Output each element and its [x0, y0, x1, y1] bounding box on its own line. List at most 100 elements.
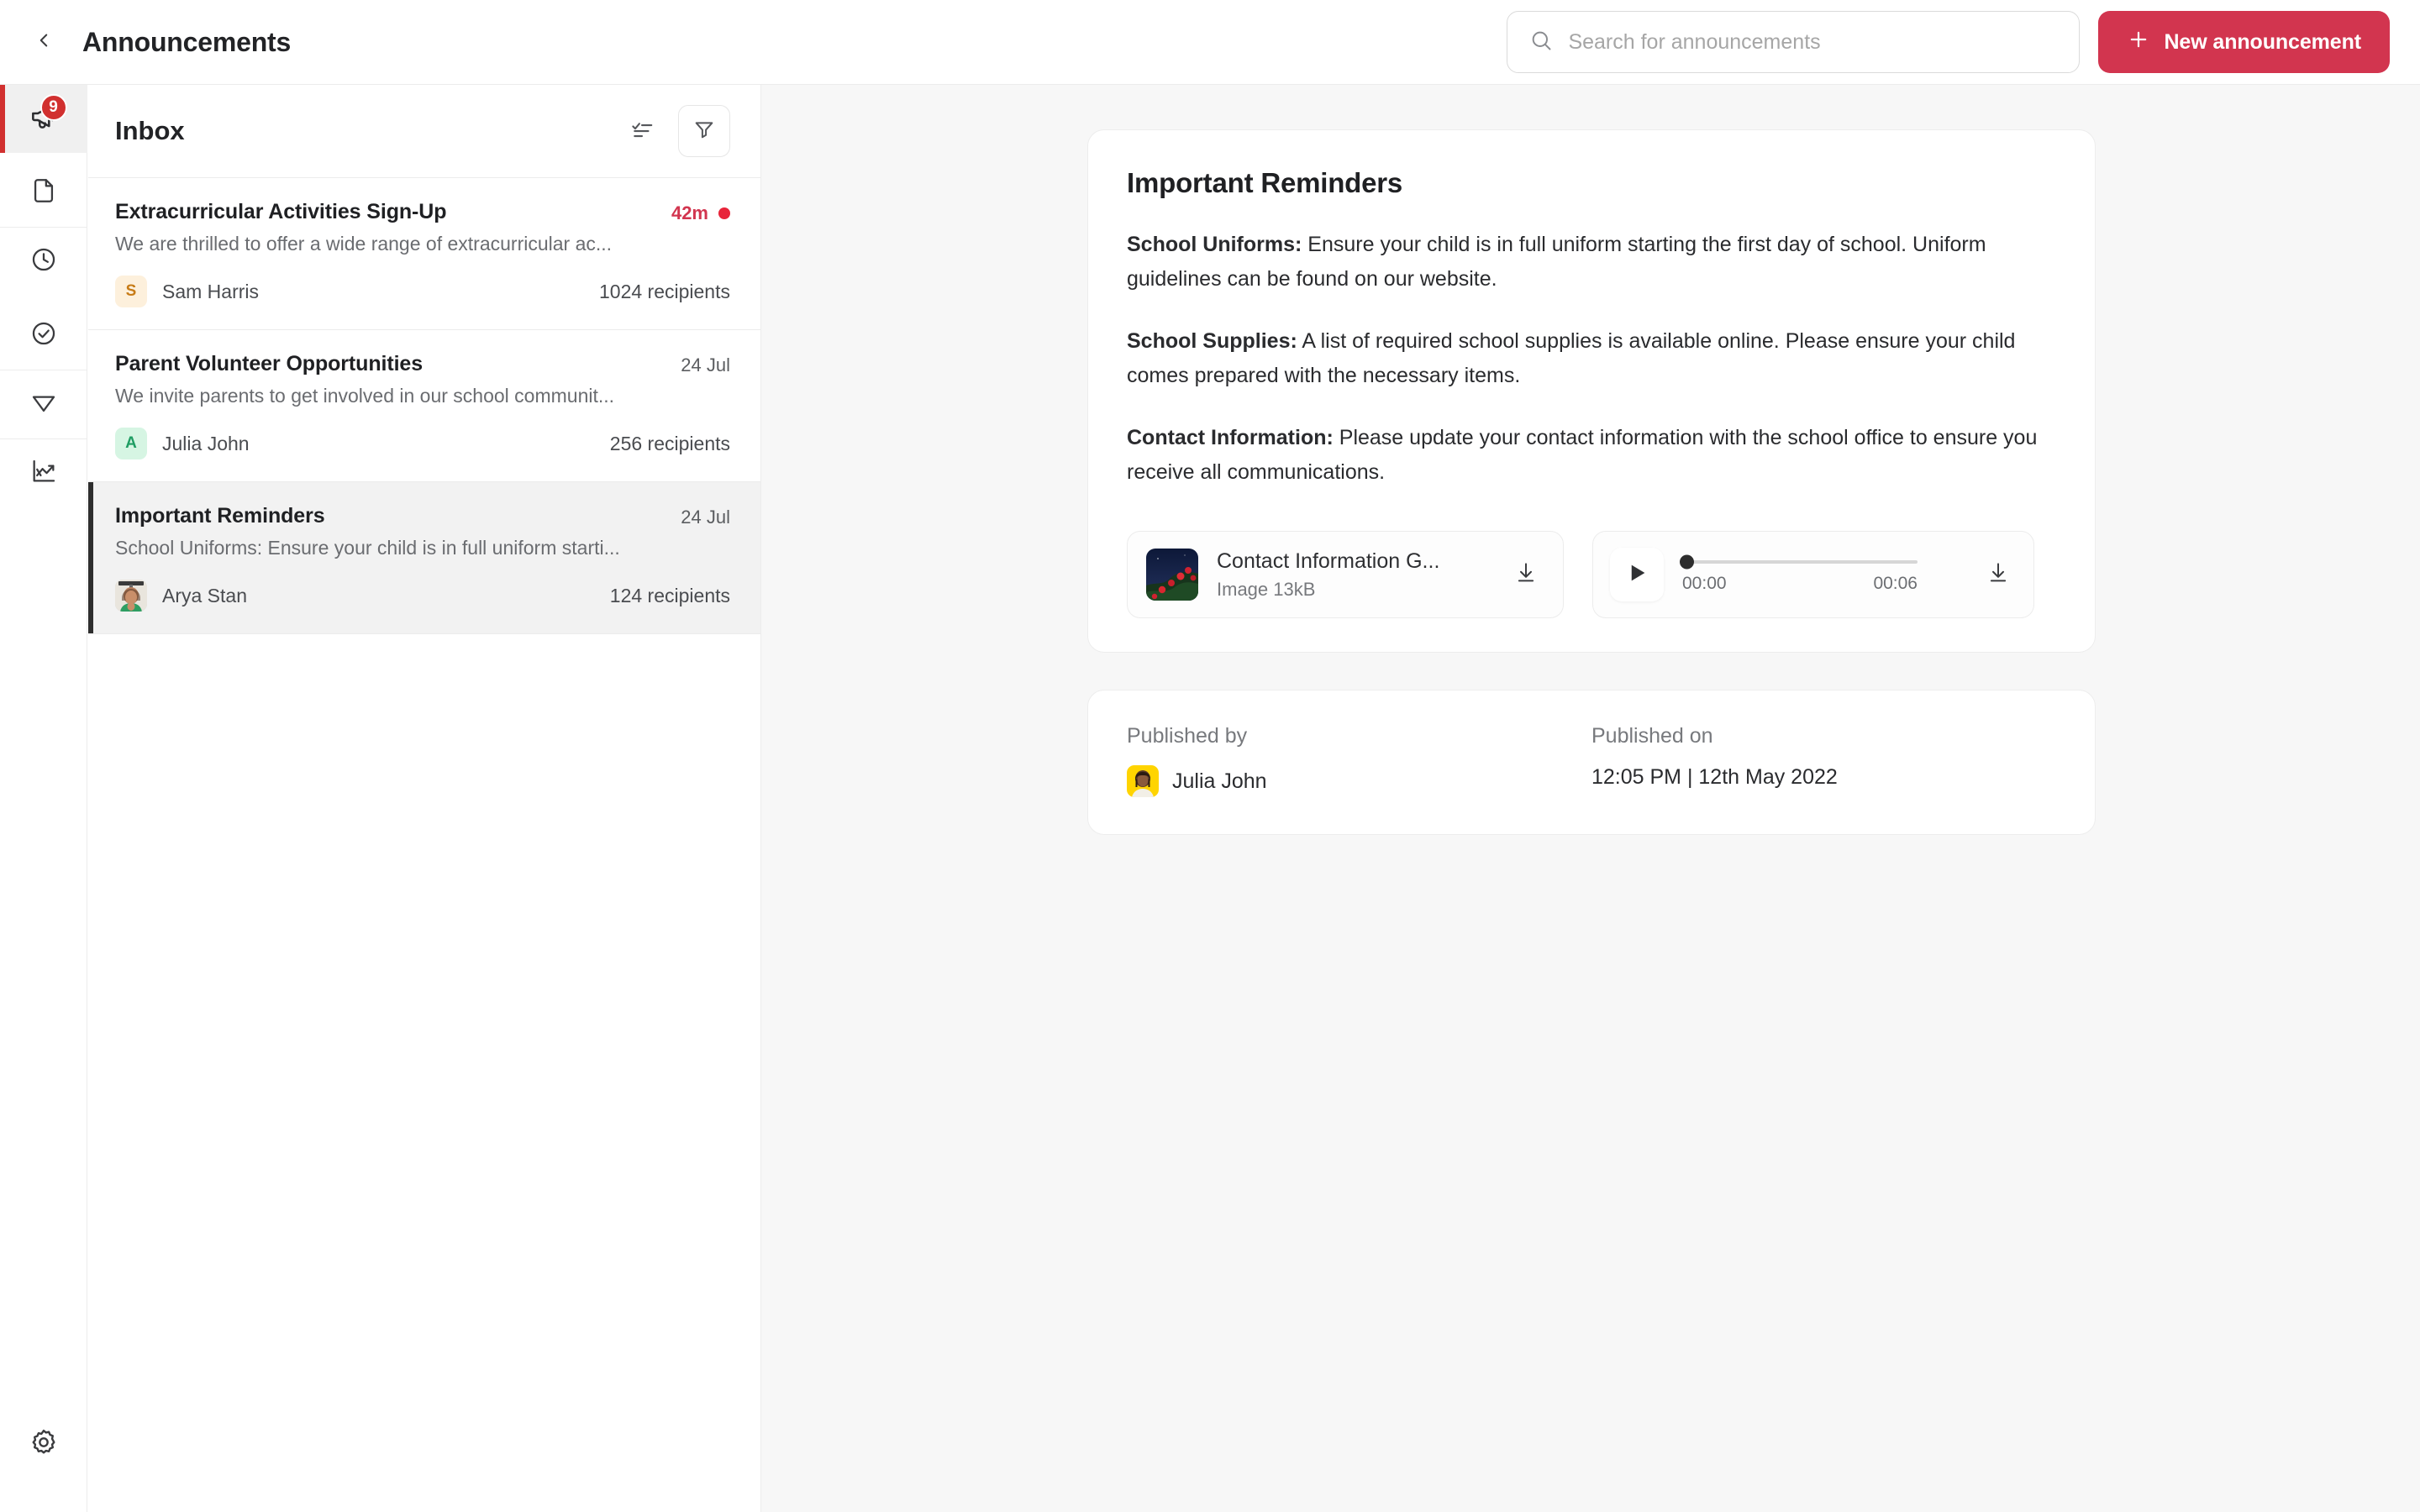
list-item-author: Arya Stan — [162, 584, 247, 606]
sort-button[interactable] — [624, 113, 660, 149]
download-icon — [1513, 560, 1539, 590]
avatar — [115, 580, 147, 612]
search-icon — [1529, 29, 1553, 56]
attachment-name: Contact Information G... — [1217, 549, 1440, 573]
list-item-time: 42m — [671, 202, 708, 223]
attachment-download-button[interactable] — [1507, 556, 1544, 593]
unread-dot-icon — [718, 207, 730, 219]
list-item-preview: We invite parents to get involved in our… — [115, 385, 615, 407]
published-by-value: Julia John — [1127, 765, 1591, 797]
attachment-info: Contact Information G... Image 13kB — [1217, 549, 1439, 601]
attachment-meta: Image 13kB — [1217, 578, 1316, 600]
published-by-block: Published by Julia John — [1127, 724, 1591, 797]
audio-attachment: 00:00 00:06 — [1592, 531, 2034, 618]
list-item-top: Extracurricular Activities Sign-Up 42m — [115, 200, 730, 224]
plus-icon — [2127, 28, 2150, 57]
back-button[interactable] — [22, 20, 66, 64]
list-item-recipients: 256 recipients — [609, 432, 730, 454]
inbox-column: Inbox Extracurricular Activities Sign-Up… — [88, 85, 761, 1512]
avatar — [1127, 765, 1159, 797]
sidebar-item-approvals[interactable] — [0, 302, 87, 370]
paragraph-label: School Uniforms: — [1127, 233, 1302, 256]
top-bar-actions: New announcement — [1507, 11, 2390, 73]
published-by-name: Julia John — [1172, 769, 1267, 793]
avatar-photo — [115, 580, 147, 612]
list-item[interactable]: Parent Volunteer Opportunities 24 Jul We… — [88, 330, 760, 482]
list-item-preview: School Uniforms: Ensure your child is in… — [115, 537, 620, 559]
published-on-value: 12:05 PM | 12th May 2022 — [1591, 765, 1838, 789]
audio-times: 00:00 00:06 — [1682, 574, 1918, 594]
paragraph-label: School Supplies: — [1127, 329, 1297, 353]
sidebar-item-documents[interactable] — [0, 159, 87, 227]
sort-icon — [629, 117, 655, 146]
list-item-top: Important Reminders 24 Jul — [115, 504, 730, 528]
send-icon — [29, 388, 58, 421]
announcement-paragraph: School Uniforms: Ensure your child is in… — [1127, 228, 2056, 296]
play-icon — [1624, 560, 1649, 590]
list-item-title: Parent Volunteer Opportunities — [115, 352, 424, 375]
published-on-block: Published on 12:05 PM | 12th May 2022 — [1591, 724, 2056, 797]
list-item-title: Extracurricular Activities Sign-Up — [115, 200, 447, 223]
filter-icon — [692, 118, 716, 145]
top-bar: Announcements New announcement — [0, 0, 2420, 85]
avatar-initial: S — [125, 282, 137, 300]
page-title: Announcements — [82, 26, 292, 57]
paragraph-label: Contact Information: — [1127, 426, 1334, 449]
sidebar-item-settings[interactable] — [0, 1410, 87, 1478]
publication-info-card: Published by Julia John Published on 12:… — [1087, 690, 2096, 835]
attachment-thumbnail — [1146, 549, 1198, 601]
roses-night-sky-photo — [1146, 549, 1198, 601]
search-box[interactable] — [1507, 11, 2081, 73]
search-input[interactable] — [1568, 29, 2058, 55]
audio-current-time: 00:00 — [1682, 574, 1727, 593]
list-item-bottom: Arya Stan 124 recipients — [115, 580, 730, 612]
inbox-header-actions — [624, 105, 730, 157]
analytics-icon — [29, 457, 58, 490]
list-item-preview: We are thrilled to offer a wide range of… — [115, 233, 613, 255]
list-item-top: Parent Volunteer Opportunities 24 Jul — [115, 352, 730, 376]
list-item-meta: 24 Jul — [681, 352, 730, 376]
check-circle-icon — [29, 319, 58, 352]
announcement-card: Important Reminders School Uniforms: Ens… — [1087, 129, 2096, 653]
list-item-title: Important Reminders — [115, 504, 325, 528]
audio-download-button[interactable] — [1980, 556, 2017, 593]
avatar-photo — [1127, 765, 1159, 797]
audio-play-button[interactable] — [1610, 548, 1664, 601]
list-item-time: 24 Jul — [681, 354, 730, 375]
audio-duration: 00:06 — [1873, 574, 1918, 593]
announcement-detail-panel: Important Reminders School Uniforms: Ens… — [761, 85, 2420, 1512]
avatar: A — [115, 428, 147, 459]
image-attachment[interactable]: Contact Information G... Image 13kB — [1127, 531, 1564, 618]
sidebar-item-sent[interactable] — [0, 370, 87, 438]
audio-scrubber[interactable]: 00:00 00:06 — [1680, 554, 1918, 594]
list-item[interactable]: Important Reminders 24 Jul School Unifor… — [88, 482, 760, 634]
list-item-author: Sam Harris — [162, 280, 260, 302]
sidebar-item-analytics[interactable] — [0, 439, 87, 507]
list-item-bottom: S Sam Harris 1024 recipients — [115, 276, 730, 307]
list-item-bottom: A Julia John 256 recipients — [115, 428, 730, 459]
list-item-recipients: 1024 recipients — [599, 280, 730, 302]
list-item-author: Julia John — [162, 432, 250, 454]
avatar-initial: A — [125, 434, 137, 452]
download-icon — [1986, 560, 2011, 590]
published-by-label: Published by — [1127, 724, 1248, 748]
announcement-paragraph: School Supplies: A list of required scho… — [1127, 324, 2056, 392]
filter-button[interactable] — [678, 105, 730, 157]
audio-progress-knob[interactable] — [1680, 554, 1694, 570]
sidebar-item-scheduled[interactable] — [0, 228, 87, 296]
attachments-row: Contact Information G... Image 13kB 00:0… — [1127, 531, 2056, 618]
announcement-paragraph: Contact Information: Please update your … — [1127, 421, 2056, 489]
sidebar-item-announcements[interactable]: 9 — [0, 85, 87, 153]
list-item[interactable]: Extracurricular Activities Sign-Up 42m W… — [88, 178, 760, 330]
list-item-recipients: 124 recipients — [609, 584, 730, 606]
gear-icon — [29, 1427, 59, 1462]
new-announcement-button[interactable]: New announcement — [2098, 11, 2390, 73]
sidebar-rail: 9 — [0, 85, 87, 1512]
published-on-label: Published on — [1591, 724, 1713, 748]
document-icon — [29, 176, 58, 209]
new-announcement-label: New announcement — [2164, 29, 2361, 54]
list-item-meta: 42m — [671, 200, 730, 224]
audio-progress-track[interactable] — [1680, 554, 1918, 570]
chevron-left-icon — [33, 29, 55, 55]
announcements-badge: 9 — [39, 94, 67, 121]
